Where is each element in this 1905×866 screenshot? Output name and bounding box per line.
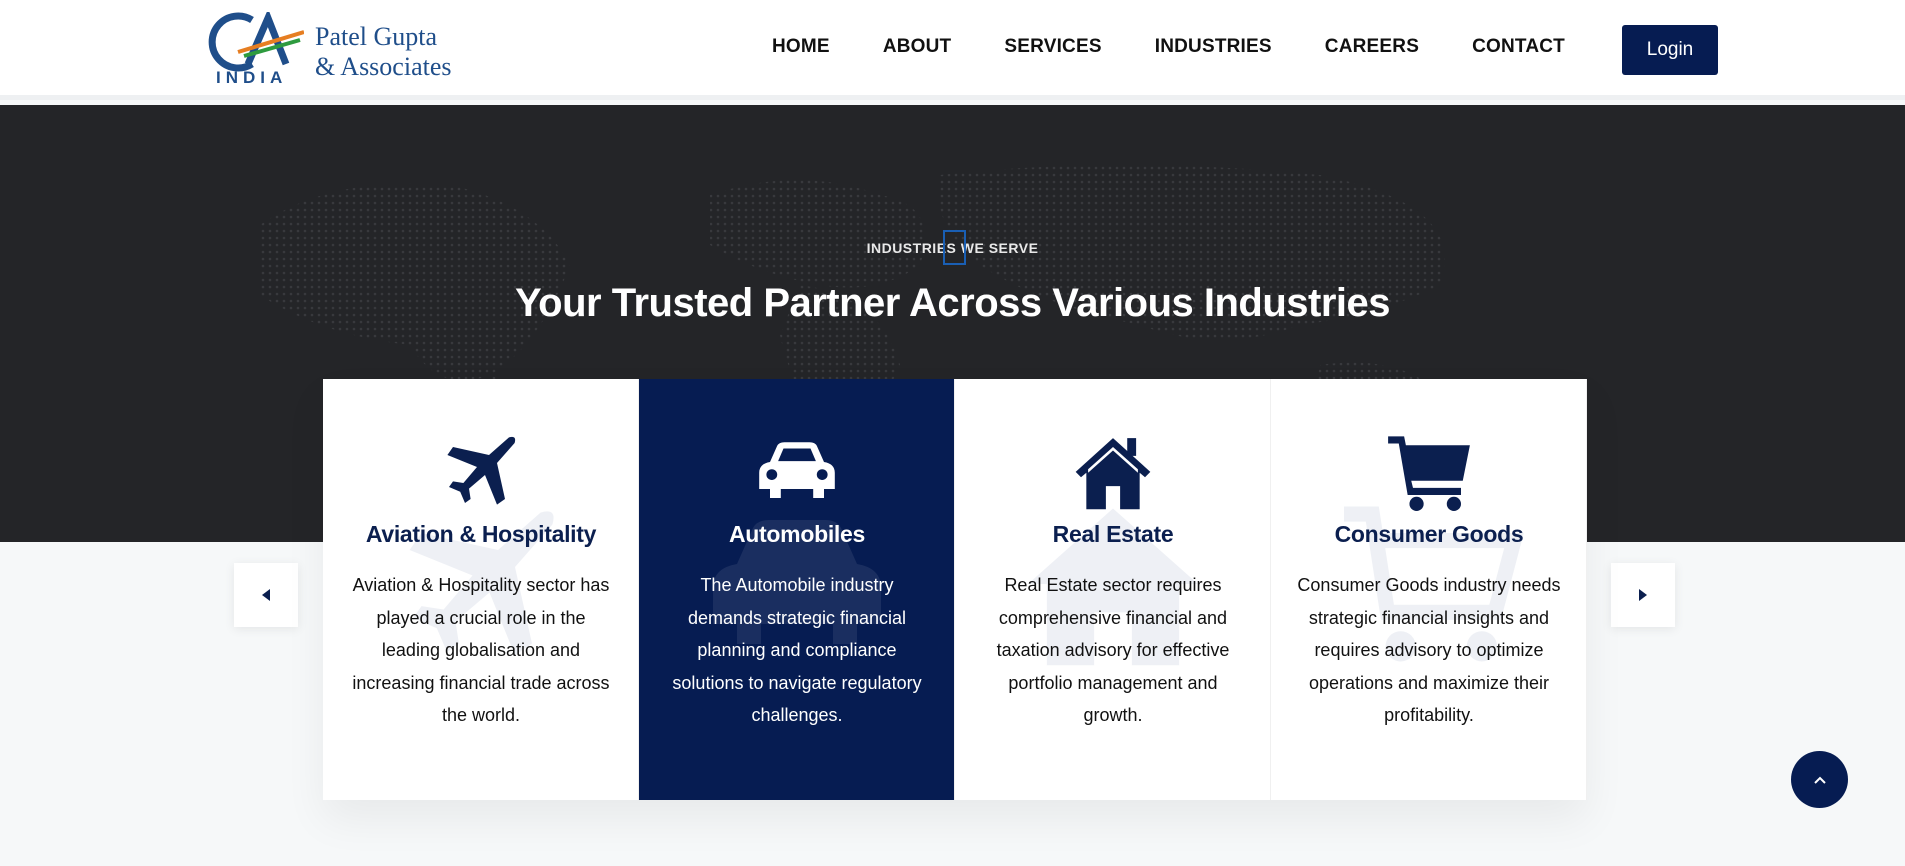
industry-description: Aviation & Hospitality sector has played…	[352, 575, 610, 725]
industry-title: Real Estate	[1052, 521, 1174, 547]
section-title: Your Trusted Partner Across Various Indu…	[514, 281, 1391, 325]
nav-home[interactable]: HOME	[772, 36, 830, 58]
carousel-next-button[interactable]	[1611, 563, 1675, 627]
cart-icon	[1388, 436, 1470, 511]
login-button[interactable]: Login	[1622, 25, 1718, 75]
industry-title: Consumer Goods	[1334, 521, 1524, 547]
carousel-prev-button[interactable]	[234, 563, 298, 627]
house-icon	[1075, 438, 1151, 510]
industry-title: Aviation & Hospitality	[365, 521, 597, 547]
caret-right-icon	[1639, 589, 1647, 601]
industries-carousel: Aviation & Hospitality Aviation & Hospit…	[323, 379, 1587, 800]
nav-industries[interactable]: INDUSTRIES	[1155, 36, 1272, 58]
industry-card-consumer-goods[interactable]: Consumer Goods Consumer Goods industry n…	[1271, 379, 1587, 800]
chevron-up-icon	[1813, 776, 1826, 784]
logo-wordmark: Patel Gupta & Associates	[315, 22, 452, 82]
car-icon	[759, 442, 835, 498]
plane-icon	[447, 436, 516, 505]
logo-line-2: & Associates	[315, 52, 452, 81]
caret-left-icon	[262, 589, 270, 601]
nav-about[interactable]: ABOUT	[883, 36, 952, 58]
site-logo[interactable]: INDIA Patel Gupta & Associates	[208, 12, 458, 90]
industry-description: Consumer Goods industry needs strategic …	[1297, 575, 1561, 725]
site-header: INDIA Patel Gupta & Associates HOME ABOU…	[0, 0, 1905, 100]
industry-card-automobiles[interactable]: Automobiles The Automobile industry dema…	[639, 379, 955, 800]
logo-country: INDIA	[216, 68, 288, 87]
scroll-to-top-button[interactable]	[1791, 751, 1848, 808]
industry-title: Automobiles	[729, 521, 865, 547]
industry-description: Real Estate sector requires comprehensiv…	[996, 575, 1230, 725]
industry-description: The Automobile industry demands strategi…	[672, 575, 922, 725]
logo-line-1: Patel Gupta	[315, 22, 438, 51]
text-cursor-highlight	[943, 230, 966, 265]
industry-card-real-estate[interactable]: Real Estate Real Estate sector requires …	[955, 379, 1271, 800]
main-nav: HOME ABOUT SERVICES INDUSTRIES CAREERS C…	[772, 36, 1565, 58]
nav-contact[interactable]: CONTACT	[1472, 36, 1565, 58]
nav-careers[interactable]: CAREERS	[1325, 36, 1419, 58]
industry-card-aviation[interactable]: Aviation & Hospitality Aviation & Hospit…	[323, 379, 639, 800]
nav-services[interactable]: SERVICES	[1004, 36, 1101, 58]
